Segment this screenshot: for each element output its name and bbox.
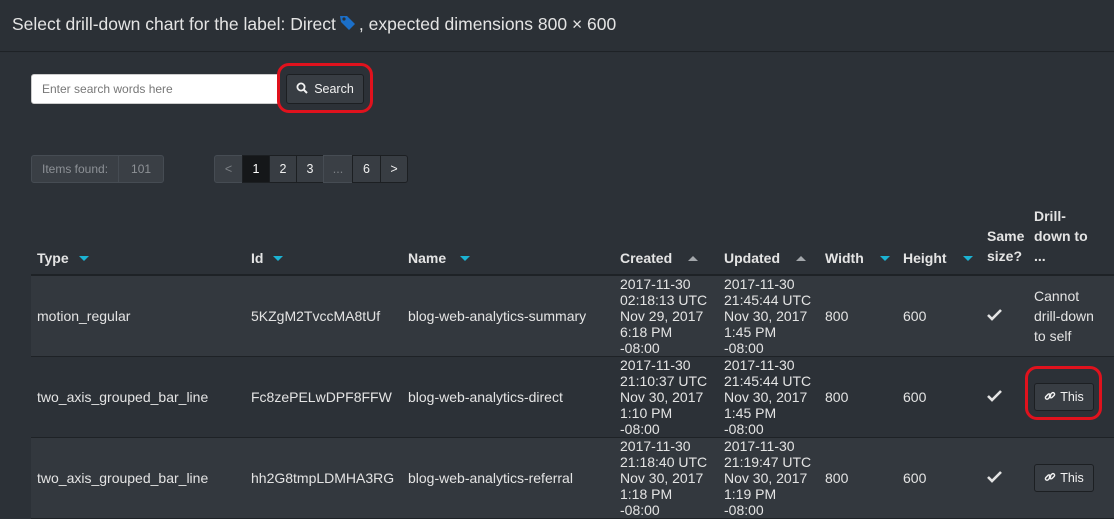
cell-drill-down: Cannot drill-down to self: [1028, 275, 1114, 357]
col-height[interactable]: Height: [897, 206, 981, 276]
cell-drill-down: This: [1028, 437, 1114, 519]
cell-width: 800: [819, 437, 897, 519]
header-suffix: , expected dimensions 800 × 600: [358, 14, 617, 34]
sort-asc-icon: [688, 255, 699, 261]
cell-created: 2017-11-30 21:18:40 UTC Nov 30, 2017 1:18 P…: [614, 437, 718, 519]
page-ellipsis: ...: [323, 155, 353, 183]
pagination: < 1 2 3 ... 6 >: [214, 155, 408, 183]
cell-name: blog-web-analytics-summary: [402, 275, 614, 357]
col-width[interactable]: Width: [819, 206, 897, 276]
table-row: two_axis_grouped_bar_line hh2G8tmpLDMHA3…: [31, 437, 1114, 519]
this-button-label: This: [1060, 471, 1084, 485]
header-title: Select drill-down chart for the label: D…: [12, 14, 616, 37]
col-type[interactable]: Type: [31, 206, 245, 276]
cell-width: 800: [819, 275, 897, 357]
check-icon: [987, 308, 1002, 324]
select-this-button[interactable]: This: [1034, 383, 1094, 411]
col-drill-down: Drill-down to...: [1028, 206, 1114, 276]
tag-icon: [339, 14, 357, 37]
col-name[interactable]: Name: [402, 206, 614, 276]
col-same-size: Same size?: [981, 206, 1028, 276]
cell-updated: 2017-11-30 21:45:44 UTC Nov 30, 2017 1:45 P…: [718, 275, 819, 357]
cell-created: 2017-11-30 02:18:13 UTC Nov 29, 2017 6:18 P…: [614, 275, 718, 357]
cell-height: 600: [897, 275, 981, 357]
label-name: Direct: [290, 14, 336, 34]
cell-created: 2017-11-30 21:10:37 UTC Nov 30, 2017 1:10 P…: [614, 356, 718, 438]
link-icon: [1044, 471, 1056, 486]
search-icon: [296, 82, 308, 97]
cell-height: 600: [897, 437, 981, 519]
col-updated[interactable]: Updated: [718, 206, 819, 276]
cell-type: two_axis_grouped_bar_line: [31, 356, 245, 438]
items-found-count: 101: [118, 156, 163, 182]
table-row: two_axis_grouped_bar_line Fc8zePELwDPF8F…: [31, 356, 1114, 438]
header-prefix: Select drill-down chart for the label:: [12, 14, 286, 34]
search-button-label: Search: [314, 82, 354, 96]
select-this-button[interactable]: This: [1034, 464, 1094, 492]
page-next[interactable]: >: [380, 155, 408, 183]
check-icon: [987, 470, 1002, 486]
cell-id: Fc8zePELwDPF8FFW: [245, 356, 402, 438]
sort-desc-icon: [879, 255, 890, 261]
charts-table: Type Id Name Created Updated Width Heigh…: [31, 206, 1114, 519]
table-header-row: Type Id Name Created Updated Width Heigh…: [31, 206, 1114, 276]
cell-height: 600: [897, 356, 981, 438]
sort-asc-icon: [796, 255, 806, 261]
cell-type: motion_regular: [31, 275, 245, 357]
items-found-badge: Items found: 101: [31, 155, 165, 183]
dialog-header: Select drill-down chart for the label: D…: [0, 0, 1114, 52]
cell-updated: 2017-11-30 21:45:44 UTC Nov 30, 2017 1:45 P…: [718, 356, 819, 438]
check-icon: [987, 389, 1002, 405]
page-2[interactable]: 2: [269, 155, 297, 183]
page-3[interactable]: 3: [296, 155, 324, 183]
cell-width: 800: [819, 356, 897, 438]
cell-same-size: [981, 275, 1028, 357]
search-input[interactable]: [31, 74, 279, 104]
cell-id: hh2G8tmpLDMHA3RG: [245, 437, 402, 519]
items-found-label: Items found:: [42, 162, 109, 176]
cell-same-size: [981, 437, 1028, 519]
table-row: motion_regular 5KZgM2TvccMA8tUf blog-web…: [31, 275, 1114, 357]
link-icon: [1044, 390, 1056, 405]
page-prev[interactable]: <: [214, 155, 243, 183]
cell-drill-down: This: [1028, 356, 1114, 438]
sort-desc-icon: [962, 255, 973, 261]
page-1[interactable]: 1: [242, 155, 270, 183]
cell-name: blog-web-analytics-direct: [402, 356, 614, 438]
cell-type: two_axis_grouped_bar_line: [31, 437, 245, 519]
col-created[interactable]: Created: [614, 206, 718, 276]
page-6[interactable]: 6: [352, 155, 381, 183]
cell-updated: 2017-11-30 21:19:47 UTC Nov 30, 2017 1:19 P…: [718, 437, 819, 519]
search-button[interactable]: Search: [286, 74, 364, 104]
cell-id: 5KZgM2TvccMA8tUf: [245, 275, 402, 357]
cell-same-size: [981, 356, 1028, 438]
cell-name: blog-web-analytics-referral: [402, 437, 614, 519]
sort-desc-icon: [273, 255, 284, 261]
sort-desc-icon: [78, 255, 89, 261]
this-button-label: This: [1060, 390, 1084, 404]
sort-desc-icon: [460, 255, 471, 261]
col-id[interactable]: Id: [245, 206, 402, 276]
